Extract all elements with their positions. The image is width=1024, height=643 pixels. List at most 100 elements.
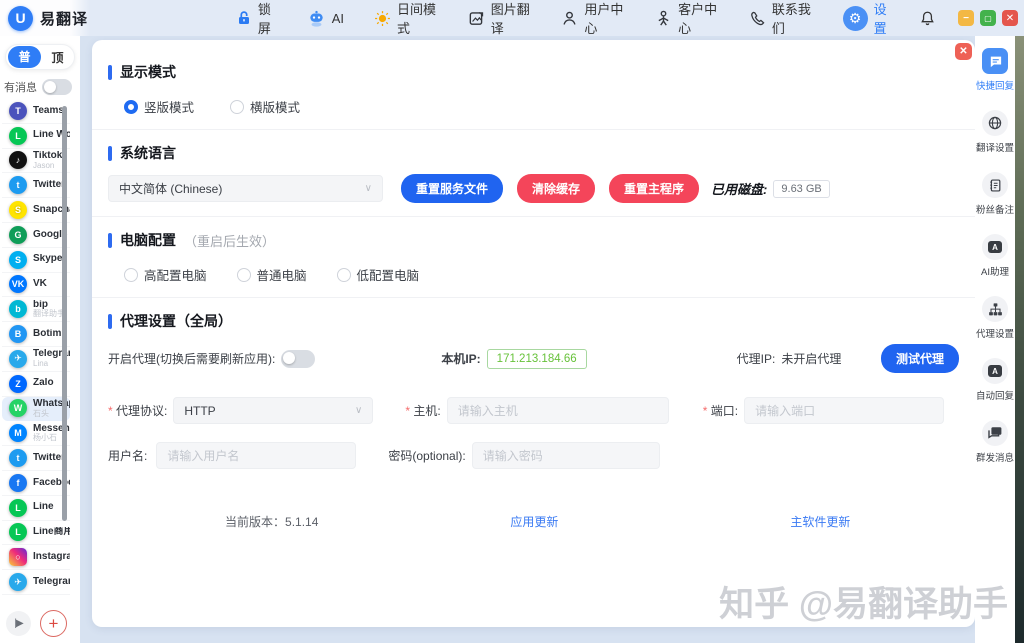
radio-low-spec[interactable]: 低配置电脑 — [337, 265, 420, 284]
sidebar-app-twitter-2[interactable]: tTwitter — [2, 446, 70, 471]
collapse-sidebar-button[interactable]: |▶ — [6, 611, 31, 636]
app-update-link[interactable]: 应用更新 — [510, 513, 558, 530]
section-system-language: 系统语言 — [108, 143, 975, 163]
enable-proxy-label: 开启代理(切换后需要刷新应用): — [108, 350, 275, 367]
topbar-item-lock-screen[interactable]: 锁屏 — [236, 0, 277, 37]
rail-item-fan-notes[interactable]: 粉丝备注 — [975, 172, 1015, 216]
sidebar-app-vk[interactable]: VKVK — [2, 273, 70, 298]
maximize-window-button[interactable]: ▢ — [980, 10, 996, 26]
radio-high-spec[interactable]: 高配置电脑 — [124, 265, 207, 284]
host-input[interactable] — [447, 397, 669, 424]
protocol-select-value: HTTP — [184, 404, 215, 418]
topbar-item-user-center[interactable]: 用户中心 — [561, 0, 625, 37]
radio-vertical-mode[interactable]: 竖版模式 — [124, 97, 194, 116]
chevron-down-icon: ∨ — [365, 183, 372, 194]
radio-label: 横版模式 — [250, 97, 300, 116]
sidebar-app-botim[interactable]: B Botim — [2, 322, 70, 347]
rail-item-auto-reply[interactable]: A自动回复 — [975, 358, 1015, 402]
section-display-mode: 显示模式 — [108, 62, 975, 82]
messenger-icon: M — [9, 424, 27, 442]
radio-normal-spec[interactable]: 普通电脑 — [237, 265, 307, 284]
panel-close-button[interactable]: ✕ — [955, 43, 972, 60]
app-row-text: Twitter — [33, 180, 65, 191]
mass-message-icon — [982, 420, 1008, 446]
user-icon — [561, 10, 578, 27]
rail-item-label: 翻译设置 — [976, 140, 1014, 154]
sidebar-app-bip[interactable]: bbip翻译助手 — [2, 297, 70, 322]
app-row-text: Line商用 — [33, 527, 70, 538]
sidebar-app-snapchat[interactable]: SSnapchat — [2, 198, 70, 223]
topbar-item-customer-center[interactable]: 客户中心 — [655, 0, 719, 37]
rail-item-label: 代理设置 — [976, 326, 1014, 340]
sidebar-app-google-chat[interactable]: GGoogle chat — [2, 223, 70, 248]
sidebar-app-line[interactable]: LLine — [2, 496, 70, 521]
topbar-item-day-mode[interactable]: 日间模式 — [374, 0, 438, 37]
topbar-item-settings[interactable]: ⚙设置 — [843, 0, 891, 37]
sidebar-app-teams[interactable]: TTeams — [2, 99, 70, 124]
has-message-toggle[interactable] — [42, 79, 72, 95]
sidebar-app-tiktok[interactable]: ♪TiktokJason — [2, 149, 70, 174]
close-window-button[interactable]: ✕ — [1002, 10, 1018, 26]
port-input[interactable] — [744, 397, 944, 424]
reset-main-program-button[interactable]: 重置主程序 — [609, 174, 699, 203]
sidebar-app-instagram[interactable]: ○Instagram — [2, 545, 70, 570]
sidebar-app-whatsapp[interactable]: WWhatsapp ...石头 — [2, 397, 70, 422]
add-app-button[interactable]: + — [40, 610, 67, 637]
radio-icon — [337, 268, 351, 282]
sidebar-app-messenger[interactable]: MMessenger杨小石 — [2, 421, 70, 446]
topbar-item-contact-us[interactable]: 联系我们 — [749, 0, 813, 37]
test-proxy-button[interactable]: 测试代理 — [881, 344, 959, 373]
radio-icon — [230, 100, 244, 114]
sidebar-app-facebook[interactable]: fFacebook 账... — [2, 471, 70, 496]
topbar-item-ai[interactable]: AI — [307, 9, 344, 28]
ai-assistant-icon: A — [982, 234, 1008, 260]
protocol-select[interactable]: HTTP ∨ — [173, 397, 373, 424]
sidebar-app-skype[interactable]: SSkype — [2, 248, 70, 273]
username-input[interactable] — [156, 442, 356, 469]
lock-icon — [236, 10, 252, 26]
main-software-update-link[interactable]: 主软件更新 — [790, 513, 850, 530]
app-name: VK — [33, 279, 47, 290]
topbar-item-image-translate[interactable]: 图片翻译 — [468, 0, 532, 37]
section-title: 系统语言 — [120, 143, 176, 163]
desktop-background-strip — [1015, 36, 1024, 643]
version-value: 5.1.14 — [285, 515, 318, 529]
sidebar-tab-common[interactable]: 普 — [8, 46, 41, 68]
sidebar-app-telegram-z[interactable]: ✈Telegram Z — [2, 570, 70, 595]
section-divider — [92, 216, 975, 217]
app-name: Line — [33, 502, 54, 513]
sidebar-tab-top[interactable]: 顶 — [41, 49, 74, 66]
clear-cache-button[interactable]: 清除缓存 — [517, 174, 595, 203]
quick-reply-icon — [982, 48, 1008, 74]
language-select[interactable]: 中文简体 (Chinese) ∨ — [108, 175, 383, 202]
app-row-text: VK — [33, 279, 47, 290]
password-input[interactable] — [472, 442, 660, 469]
enable-proxy-toggle[interactable] — [281, 350, 315, 368]
rail-item-mass-message[interactable]: 群发消息 — [975, 420, 1015, 464]
botim-icon: B — [9, 325, 27, 343]
rail-item-ai-assistant[interactable]: AAI助理 — [975, 234, 1015, 278]
sidebar-app-line-biz[interactable]: LLine商用 — [2, 521, 70, 546]
sidebar-app-telegram-1[interactable]: ✈Telegram®...Lina — [2, 347, 70, 372]
notification-bell-icon[interactable] — [919, 10, 936, 27]
rail-item-proxy-settings[interactable]: 代理设置 — [975, 296, 1015, 340]
sidebar-app-twitter-1[interactable]: tTwitter — [2, 173, 70, 198]
app-name: Botim — [33, 329, 61, 340]
reset-service-files-button[interactable]: 重置服务文件 — [401, 174, 503, 203]
port-label: 端口: — [703, 402, 738, 419]
proxy-form-row-1: 代理协议: HTTP ∨ 主机: 端口: — [108, 397, 959, 424]
sidebar-app-line-work[interactable]: LLine Work — [2, 124, 70, 149]
radio-horizontal-mode[interactable]: 横版模式 — [230, 97, 300, 116]
fan-notes-icon — [982, 172, 1008, 198]
ai-robot-icon — [307, 9, 326, 28]
auto-reply-icon: A — [982, 358, 1008, 384]
app-row-text: Teams — [33, 106, 64, 117]
rail-item-translate-settings[interactable]: 翻译设置 — [975, 110, 1015, 154]
proxy-ip-label: 代理IP: — [737, 350, 776, 367]
minimize-window-button[interactable]: − — [958, 10, 974, 26]
app-list-scrollbar[interactable] — [62, 106, 67, 521]
rail-item-quick-reply[interactable]: 快捷回复 — [975, 48, 1015, 92]
sidebar-app-zalo[interactable]: ZZalo — [2, 372, 70, 397]
section-accent-bar — [108, 65, 112, 80]
section-accent-bar — [108, 314, 112, 329]
